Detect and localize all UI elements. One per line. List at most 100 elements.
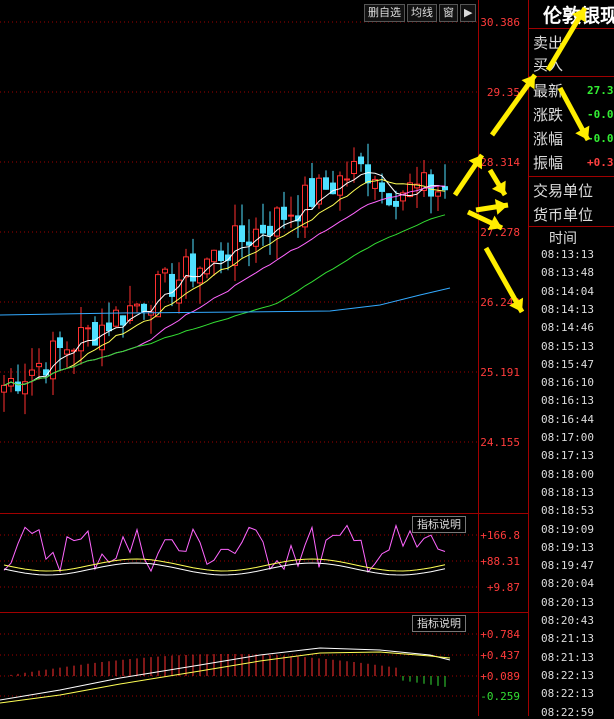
- amplitude-value: +0.3: [587, 156, 614, 169]
- axis-divider: [478, 0, 479, 716]
- tick-time: 08:17:13: [541, 449, 594, 463]
- instrument-title: 伦敦银现: [543, 5, 614, 27]
- trade-unit-label: 交易单位: [533, 182, 594, 200]
- candle-down: [379, 182, 385, 192]
- tick-time: 08:19:47: [541, 559, 594, 573]
- tick-time: 08:14:46: [541, 321, 594, 335]
- candle-up: [197, 267, 203, 284]
- tick-time: 08:15:47: [541, 357, 594, 371]
- candle-up: [232, 225, 238, 266]
- tick-time: 08:17:00: [541, 431, 594, 444]
- delete-watchlist-button[interactable]: 删自选: [364, 4, 405, 22]
- buy-label: 买入: [533, 56, 564, 74]
- ma5-line: [3, 172, 446, 386]
- quote-panel: 伦敦银现 卖出 买入 最新 27.3 涨跌 -0.0 涨幅 -0.0 振幅 +0…: [528, 0, 614, 719]
- ma40-line: [3, 214, 446, 386]
- pct-change-label: 涨幅: [533, 130, 564, 148]
- candle-down: [323, 177, 329, 190]
- indicator2-tick: +0.437: [480, 649, 520, 662]
- candle-down: [141, 303, 147, 312]
- candle-down: [309, 178, 315, 207]
- candle-up: [162, 268, 168, 274]
- candle-up: [36, 362, 42, 368]
- candle-up: [351, 160, 357, 174]
- candle-down: [365, 164, 371, 184]
- indicator2-tick: +0.784: [480, 628, 520, 641]
- candle-up: [435, 191, 441, 197]
- candle-down: [15, 381, 21, 392]
- amplitude-label: 振幅: [533, 154, 564, 172]
- tick-time: 08:20:13: [541, 595, 594, 609]
- candle-down: [106, 322, 112, 332]
- candle-up: [302, 184, 308, 228]
- candle-up: [288, 214, 294, 217]
- candle-up: [155, 274, 161, 318]
- price-tick: 24.155: [480, 436, 520, 449]
- indicator2-help-button[interactable]: 指标说明: [412, 615, 466, 632]
- pane-divider: [0, 612, 528, 613]
- tick-time: 08:18:13: [541, 485, 594, 499]
- sell-label: 卖出: [533, 34, 564, 52]
- tick-time: 08:14:13: [541, 302, 594, 316]
- candle-up: [64, 349, 70, 355]
- candle-down: [358, 156, 364, 165]
- candle-down: [267, 225, 273, 236]
- dea-line: [0, 651, 451, 704]
- price-tick: 28.314: [480, 156, 520, 169]
- candle-down: [442, 186, 448, 191]
- tick-time: 08:21:13: [541, 650, 594, 664]
- chart-toolbar: 删自选 均线 窗 ▶: [364, 4, 478, 22]
- candle-down: [260, 224, 266, 234]
- price-tick: 26.242: [480, 296, 520, 309]
- candle-up: [211, 249, 217, 263]
- pane-divider: [0, 513, 528, 514]
- indicator2-tick: +0.089: [480, 670, 520, 683]
- kline-chart-area[interactable]: [0, 0, 478, 716]
- candle-down: [92, 322, 98, 346]
- candle-up: [1, 384, 7, 393]
- window-button[interactable]: 窗: [439, 4, 458, 22]
- candle-up: [344, 178, 350, 181]
- next-arrow-icon[interactable]: ▶: [460, 4, 477, 22]
- pct-change-value: -0.0: [587, 132, 614, 145]
- candle-down: [239, 225, 245, 243]
- price-axis: 30.386 29.35 28.314 27.278 26.242 25.191…: [478, 0, 528, 716]
- moving-average-button[interactable]: 均线: [407, 4, 437, 22]
- candle-up: [183, 256, 189, 278]
- kline-svg[interactable]: [0, 0, 478, 716]
- price-tick: 25.191: [480, 366, 520, 379]
- tick-time: 08:22:13: [541, 668, 594, 682]
- divider: [529, 28, 614, 29]
- candle-down: [281, 206, 287, 220]
- indicator1-line: [3, 523, 446, 574]
- tick-time: 08:16:13: [541, 394, 594, 408]
- time-header: 时间: [549, 231, 577, 247]
- price-tick: 29.35: [486, 86, 520, 99]
- candle-up: [134, 303, 140, 307]
- tick-time: 08:20:04: [541, 577, 594, 591]
- change-label: 涨跌: [533, 106, 564, 124]
- candle-down: [57, 337, 63, 348]
- tick-time: 08:18:00: [541, 467, 594, 481]
- indicator2-tick: -0.259: [480, 690, 520, 703]
- tick-time: 08:21:13: [541, 632, 594, 646]
- candle-up: [253, 228, 259, 247]
- tick-time: 08:18:53: [541, 504, 594, 518]
- candle-up: [85, 327, 91, 330]
- candle-down: [393, 201, 399, 207]
- tick-time: 08:16:44: [541, 412, 594, 426]
- candle-up: [337, 175, 343, 196]
- indicator1-help-button[interactable]: 指标说明: [412, 516, 466, 533]
- latest-label: 最新: [533, 82, 564, 100]
- currency-unit-label: 货币单位: [533, 206, 594, 224]
- tick-time: 08:22:13: [541, 687, 594, 701]
- change-value: -0.0: [587, 108, 614, 121]
- tick-time: 08:19:09: [541, 522, 594, 536]
- ma20-line: [3, 185, 446, 386]
- tick-time: 08:20:43: [541, 614, 594, 627]
- indicator1-tick: +9.87: [486, 581, 520, 594]
- tick-time: 08:14:04: [541, 284, 594, 298]
- tick-time: 08:19:13: [541, 540, 594, 554]
- divider: [529, 226, 614, 227]
- indicator1-tick: +88.31: [480, 555, 520, 568]
